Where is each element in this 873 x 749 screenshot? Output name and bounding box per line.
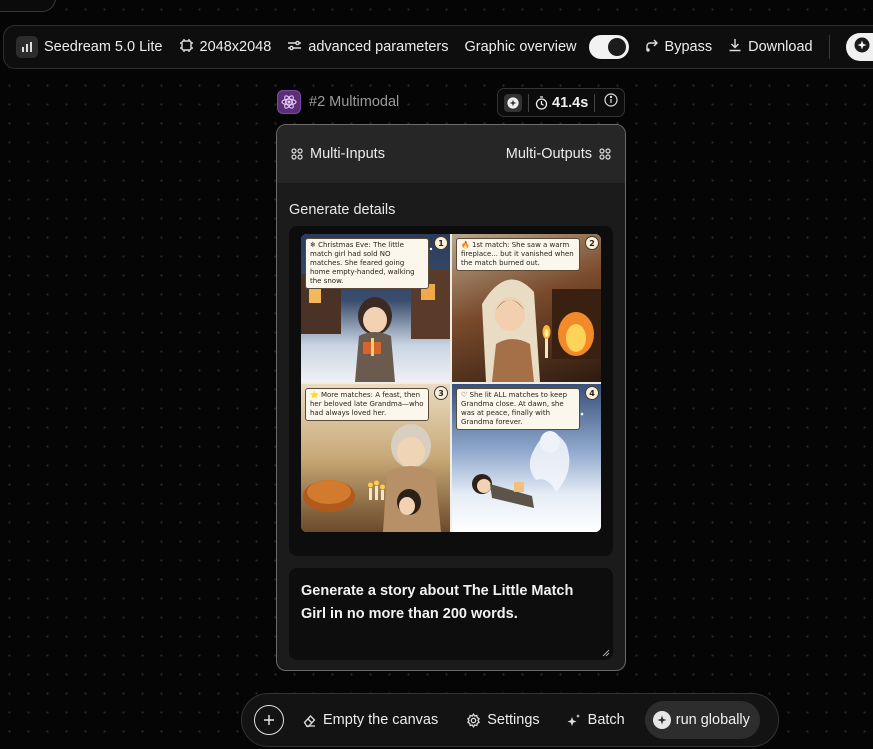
bypass-arrow-icon [645,39,659,56]
bottom-dock: Empty the canvas Settings Batch run glob… [241,693,779,747]
model-selector[interactable]: Seedream 5.0 Lite [16,36,163,58]
node-ports-bar: Multi-Inputs Multi-Outputs [277,125,625,183]
sparkles-icon [567,713,580,726]
comic-panel-2: 🔥 1st match: She saw a warm fireplace...… [452,234,601,382]
resolution-selector[interactable]: 2048x2048 [179,38,272,57]
comic-panel-1: ❄ Christmas Eve: The little match girl h… [301,234,450,382]
frame-icon [179,38,194,57]
image-output-panel: ❄ Christmas Eve: The little match girl h… [289,226,613,556]
bypass-label: Bypass [664,39,713,55]
advanced-label: advanced parameters [308,39,449,55]
info-button[interactable] [604,93,618,112]
comic-panel-3: ⭐ More matches: A feast, then her belove… [301,384,450,532]
inputs-label: Multi-Inputs [310,146,385,162]
run-node-button[interactable] [504,93,522,112]
settings-label: Settings [487,712,540,728]
panel-number: 2 [585,236,599,250]
panel-number: 4 [585,386,599,400]
grid-dots-icon [291,148,303,160]
batch-label: Batch [587,712,625,728]
sparkle-icon [507,96,519,109]
panel-number: 3 [434,386,448,400]
panel-caption: ⭐ More matches: A feast, then her belove… [305,388,429,421]
stopwatch-icon [535,95,548,110]
section-label: Generate details [289,202,396,218]
model-bars-icon [16,36,38,58]
top-toolbar: Seedream 5.0 Lite 2048x2048 advanced par… [3,25,873,69]
node-title: #2 Multimodal [309,94,400,110]
overview-label: Graphic overview [464,39,577,55]
grid-dots-icon [599,148,611,160]
panel-caption: ❄ Christmas Eve: The little match girl h… [305,238,429,289]
sliders-icon [287,39,302,56]
plus-icon [264,715,274,725]
eraser-icon [303,714,316,727]
toggle-knob [607,38,626,56]
node-header[interactable]: #2 Multimodal [277,90,399,114]
prompt-text: Generate a story about The Little Match … [301,583,574,622]
download-label: Download [748,39,813,55]
gear-icon [467,712,481,728]
meta-divider [528,93,529,112]
advanced-parameters-button[interactable]: advanced parameters [287,39,449,56]
duration-display: 41.4s [535,95,588,111]
generated-comic-image[interactable]: ❄ Christmas Eve: The little match girl h… [301,234,601,532]
multimodal-node-card[interactable]: Multi-Inputs Multi-Outputs Generate deta… [276,124,626,671]
graphic-overview-control: Graphic overview [465,35,629,59]
panel-caption: ♡ She lit ALL matches to keep Grandma cl… [456,388,580,430]
panel-number: 1 [434,236,448,250]
node-meta-bar: 41.4s [497,88,625,117]
run-label: run globally [675,712,750,728]
batch-button[interactable]: Batch [566,712,625,728]
toolbar-divider [828,35,830,59]
download-icon [728,38,742,56]
outputs-label: Multi-Outputs [505,146,592,162]
panel-caption: 🔥 1st match: She saw a warm fireplace...… [456,238,580,271]
info-icon [604,93,618,107]
sparkle-icon [652,711,671,729]
multi-outputs-port[interactable]: Multi-Outputs [506,146,612,162]
settings-button[interactable]: Settings [466,712,540,728]
download-button[interactable]: Download [728,38,813,56]
resize-grip-icon[interactable] [601,648,610,657]
run-globally-button[interactable]: run globally [644,701,760,739]
empty-canvas-button[interactable]: Empty the canvas [302,712,438,728]
resolution-label: 2048x2048 [199,39,272,55]
graphic-overview-toggle[interactable] [588,35,629,59]
multi-inputs-port[interactable]: Multi-Inputs [290,146,385,162]
add-node-button[interactable] [254,705,284,735]
sparkle-icon [854,37,870,58]
bypass-button[interactable]: Bypass [645,39,713,56]
prompt-textarea[interactable]: Generate a story about The Little Match … [289,568,613,660]
comic-panel-4: ♡ She lit ALL matches to keep Grandma cl… [452,384,601,532]
atom-icon [277,90,301,114]
star-action-button[interactable] [845,33,873,61]
partial-window-frame [0,0,56,12]
meta-divider [594,93,596,112]
duration-label: 41.4s [552,94,589,111]
model-label: Seedream 5.0 Lite [44,39,163,55]
empty-canvas-label: Empty the canvas [323,712,439,728]
